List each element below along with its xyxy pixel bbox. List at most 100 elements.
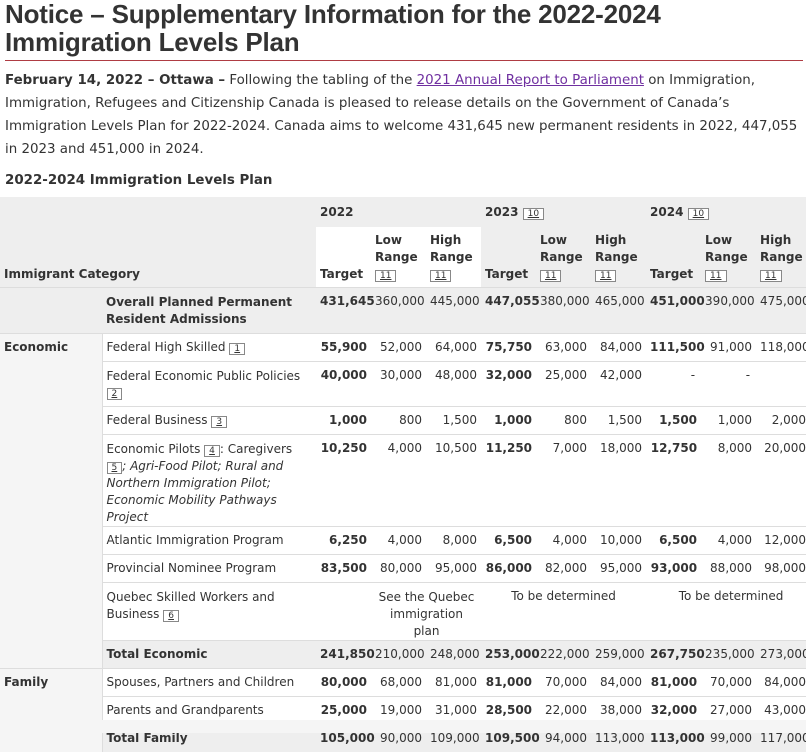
cell: 267,750 <box>650 646 705 661</box>
cell: 111,500 <box>650 339 705 354</box>
table-row: Total Economic 241,850 210,000 248,000 2… <box>0 640 806 668</box>
cell <box>756 361 806 406</box>
cell: 55,900 <box>320 339 368 354</box>
cell: 10,000 <box>600 532 643 547</box>
header-high-range: High Range 11 <box>756 227 806 287</box>
cell: 70,000 <box>710 674 753 689</box>
horizontal-scrollbar[interactable] <box>0 720 806 733</box>
page-title: Notice – Supplementary Information for t… <box>5 0 661 57</box>
row-label: Atlantic Immigration Program <box>106 532 284 547</box>
cell: 12,000 <box>764 532 806 547</box>
cell: 4,000 <box>552 532 588 547</box>
cell: 1,500 <box>659 412 698 427</box>
cell: 84,000 <box>600 339 643 354</box>
cell: 10,250 <box>320 440 368 455</box>
footnote-link[interactable]: 3 <box>211 415 228 428</box>
cell: 81,000 <box>485 674 533 689</box>
cell: 1,500 <box>607 412 643 427</box>
footnote-link[interactable]: 5 <box>106 461 123 474</box>
table-row: Economic Pilots 4: Caregivers 5; Agri-Foo… <box>0 434 806 526</box>
row-label: Spouses, Partners and Children <box>106 674 295 689</box>
footnote-link[interactable]: 11 <box>760 270 782 282</box>
header-high-range: High Range 11 <box>426 227 482 287</box>
cell: 445,000 <box>430 293 480 308</box>
footnote-link[interactable]: 1 <box>229 342 246 355</box>
header-year-2022: 2022 <box>316 197 482 227</box>
cell: 475,000 <box>760 293 806 308</box>
cell: 10,500 <box>435 440 478 455</box>
footnote-link[interactable]: 4 <box>204 444 220 457</box>
cell: 800 <box>399 412 423 427</box>
cell: 118,000 <box>760 339 806 354</box>
cell: 380,000 <box>540 293 590 308</box>
header-target: Target <box>316 227 372 287</box>
cell: 75,750 <box>485 339 533 354</box>
footnote-link[interactable]: 11 <box>705 270 727 282</box>
row-label: Economic Pilots 4: Caregivers 5; Agri-Foo… <box>106 441 293 524</box>
cell: - <box>745 367 751 382</box>
cell: 84,000 <box>764 674 806 689</box>
cell: 1,000 <box>494 412 533 427</box>
footnote-link[interactable]: 11 <box>540 270 562 282</box>
cell: 86,000 <box>485 560 533 575</box>
footnote-link[interactable]: 2 <box>106 387 123 400</box>
cell: 253,000 <box>485 646 540 661</box>
cell: 273,000 <box>760 646 806 661</box>
row-label: Provincial Nominee Program <box>106 560 277 575</box>
intro-paragraph: February 14, 2022 – Ottawa – Following t… <box>5 73 798 157</box>
cell: 800 <box>564 412 588 427</box>
cell: 91,000 <box>710 339 753 354</box>
table-row: Economic Federal High Skilled 1 55,900 5… <box>0 333 806 668</box>
cell: 451,000 <box>650 293 705 308</box>
cell: 32,000 <box>485 367 533 382</box>
cell: 1,000 <box>717 412 753 427</box>
table-caption: 2022-2024 Immigration Levels Plan <box>5 173 273 188</box>
row-label: Overall Planned Permanent Resident Admis… <box>106 294 292 326</box>
cell: 98,000 <box>764 560 806 575</box>
cell: 248,000 <box>430 646 480 661</box>
cell: 81,000 <box>650 674 698 689</box>
cell: 6,250 <box>329 532 368 547</box>
cell: 390,000 <box>705 293 755 308</box>
cell: 63,000 <box>545 339 588 354</box>
cell: 11,250 <box>485 440 533 455</box>
row-label: Federal High Skilled 1 <box>102 333 316 361</box>
row-label: Federal Business 3 <box>102 406 316 434</box>
cell: 64,000 <box>435 339 478 354</box>
header-target: Target <box>646 227 702 287</box>
header-low-range: Low Range 11 <box>701 227 757 287</box>
cell: 84,000 <box>600 674 643 689</box>
header-category: Immigrant Category <box>0 197 317 287</box>
cell: 18,000 <box>600 440 643 455</box>
cell: 1,500 <box>442 412 478 427</box>
cell: 6,500 <box>659 532 698 547</box>
cell: 235,000 <box>705 646 755 661</box>
footnote-link[interactable]: 10 <box>522 208 545 220</box>
annual-report-link[interactable]: 2021 Annual Report to Parliament <box>417 73 644 88</box>
cell: 95,000 <box>600 560 643 575</box>
footnote-link[interactable]: 6 <box>163 609 179 622</box>
title-divider <box>5 60 803 61</box>
row-label: Total Economic <box>106 646 208 661</box>
footnote-link[interactable]: 10 <box>687 208 710 220</box>
footnote-link[interactable]: 11 <box>375 270 397 282</box>
quebec-note: To be determined <box>678 588 784 603</box>
footnote-link[interactable]: 11 <box>595 270 617 282</box>
cell: - <box>690 367 696 382</box>
row-label: Federal Economic Public Policies 2 <box>106 368 301 400</box>
table-row: Federal Business 3 1,000 800 1,500 1,000… <box>0 406 806 434</box>
cell: 8,000 <box>442 532 478 547</box>
quebec-note: See the Quebec immigration plan <box>378 589 475 638</box>
cell: 80,000 <box>320 674 368 689</box>
footnote-link[interactable]: 11 <box>430 270 452 282</box>
quebec-note: To be determined <box>511 588 616 603</box>
cell: 447,055 <box>485 293 540 308</box>
cell: 40,000 <box>320 367 368 382</box>
row-label: Quebec Skilled Workers and Business 6 <box>106 589 275 622</box>
category-economic: Economic <box>0 333 103 668</box>
cell: 81,000 <box>435 674 478 689</box>
cell: 95,000 <box>435 560 478 575</box>
cell: 12,750 <box>650 440 698 455</box>
cell: 1,000 <box>329 412 368 427</box>
cell: 465,000 <box>595 293 645 308</box>
